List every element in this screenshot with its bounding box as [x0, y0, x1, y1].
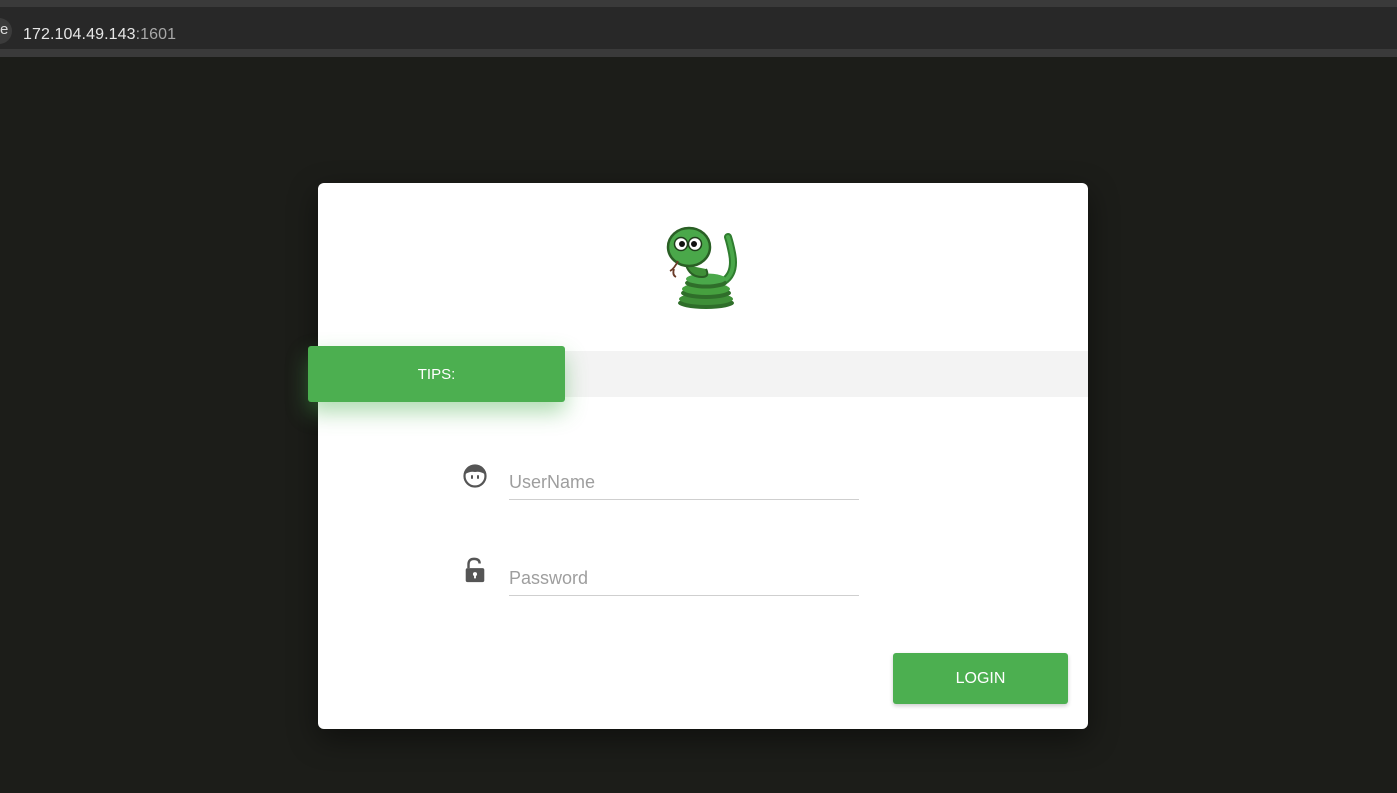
address-bar[interactable]: e 172.104.49.143:1601	[0, 7, 1397, 49]
password-input[interactable]	[509, 561, 859, 596]
login-button[interactable]: LOGIN	[893, 653, 1068, 704]
url-port: :1601	[135, 26, 177, 43]
url-host: 172.104.49.143	[23, 26, 136, 43]
unlock-icon	[465, 557, 485, 583]
tips-badge: TIPS:	[308, 346, 565, 402]
user-face-icon	[463, 464, 487, 488]
login-card: LOGIN	[318, 183, 1088, 729]
browser-divider	[0, 49, 1397, 57]
browser-top-strip	[0, 0, 1397, 7]
address-bar-edge-text: e	[0, 21, 9, 38]
tips-label: TIPS:	[417, 365, 456, 383]
username-input[interactable]	[509, 465, 859, 500]
url-text[interactable]: 172.104.49.143:1601	[23, 26, 176, 44]
snake-mascot-icon	[666, 226, 737, 309]
